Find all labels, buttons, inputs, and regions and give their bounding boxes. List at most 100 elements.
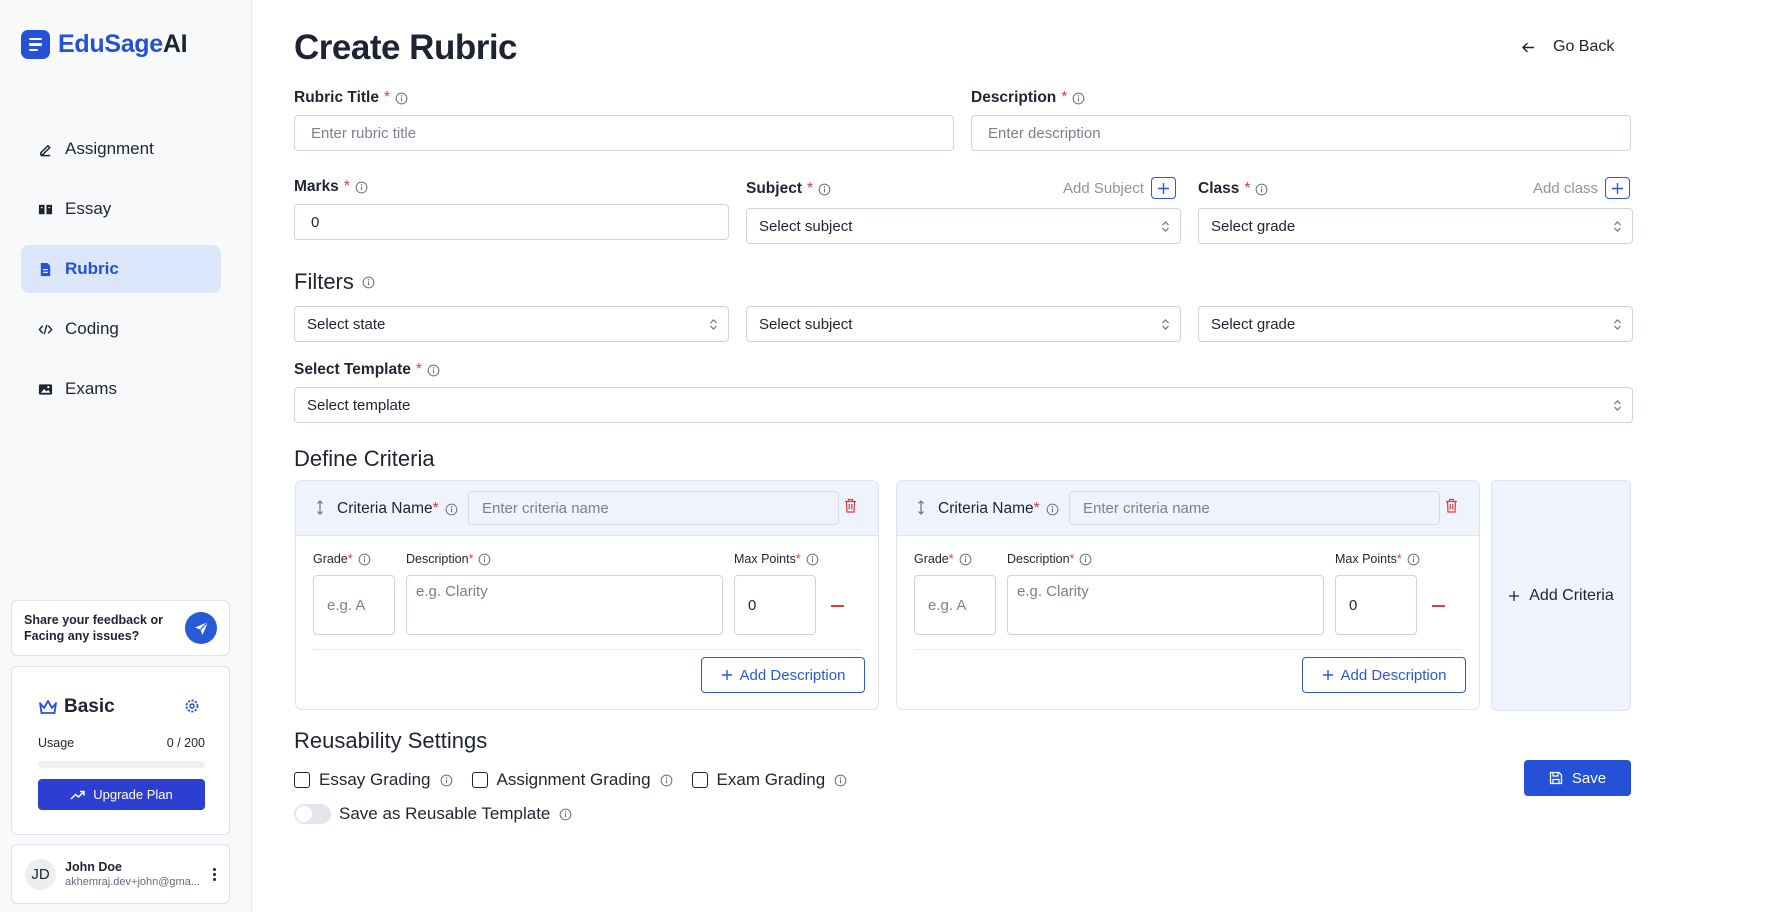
add-subject-button[interactable] — [1150, 177, 1176, 199]
criteria-name-label: Criteria Name* — [337, 500, 458, 518]
chevron-updown-icon — [1614, 220, 1621, 232]
checkbox[interactable] — [471, 772, 488, 788]
info-icon[interactable] — [358, 553, 371, 566]
add-class-link[interactable]: Add class — [1533, 177, 1631, 199]
info-icon[interactable] — [1072, 92, 1085, 105]
save-button[interactable]: Save — [1524, 760, 1631, 796]
required-marker: * — [795, 552, 801, 566]
info-icon[interactable] — [959, 553, 972, 566]
more-options-icon[interactable] — [213, 868, 216, 881]
add-class-button[interactable] — [1605, 177, 1631, 199]
gear-icon[interactable] — [184, 698, 200, 714]
trash-icon[interactable] — [844, 498, 857, 513]
sidebar-item-label: Rubric — [65, 259, 119, 278]
add-description-button[interactable]: Add Description — [701, 657, 865, 693]
sidebar-item-assignment[interactable]: Assignment — [21, 125, 221, 173]
info-icon[interactable] — [362, 276, 375, 289]
info-icon[interactable] — [559, 808, 572, 821]
criteria-name-input[interactable]: Enter criteria name — [1069, 491, 1440, 525]
filter-grade-select[interactable]: Select grade — [1198, 306, 1633, 342]
sidebar-nav: Assignment Essay Rubric Coding Exams — [21, 125, 221, 425]
drag-handle-icon[interactable] — [316, 500, 324, 515]
sidebar-item-rubric[interactable]: Rubric — [21, 245, 221, 293]
user-profile[interactable]: JD John Doe akhemraj.dev+john@gma... — [11, 844, 230, 904]
upgrade-plan-button[interactable]: Upgrade Plan — [38, 779, 205, 810]
send-feedback-button[interactable] — [185, 612, 217, 644]
app-logo[interactable]: EduSageAI — [21, 30, 188, 59]
info-icon[interactable] — [1046, 503, 1059, 516]
plan-card: Basic Usage 0 / 200 Upgrade Plan — [11, 666, 230, 835]
info-icon[interactable] — [395, 92, 408, 105]
grade-input[interactable]: e.g. A — [914, 575, 996, 635]
remove-level-icon[interactable] — [1432, 605, 1445, 607]
upgrade-plan-label: Upgrade Plan — [93, 787, 173, 802]
template-label: Select Template * — [294, 361, 440, 379]
info-icon[interactable] — [445, 503, 458, 516]
trash-icon[interactable] — [1445, 498, 1458, 513]
info-icon[interactable] — [834, 774, 847, 787]
marks-input[interactable]: 0 — [294, 204, 729, 240]
drag-handle-icon[interactable] — [917, 500, 925, 515]
exam-grading-checkbox[interactable]: Exam Grading — [691, 770, 858, 790]
info-icon[interactable] — [1255, 183, 1268, 196]
info-icon[interactable] — [478, 553, 491, 566]
info-icon[interactable] — [1079, 553, 1092, 566]
rubric-title-input[interactable]: Enter rubric title — [294, 115, 954, 151]
plus-icon — [721, 670, 732, 680]
description-input[interactable]: Enter description — [971, 115, 1631, 151]
checkbox[interactable] — [294, 772, 310, 788]
subject-select[interactable]: Select subject — [746, 208, 1181, 244]
max-points-input[interactable]: 0 — [1335, 575, 1417, 635]
sidebar-item-coding[interactable]: Coding — [21, 305, 221, 353]
essay-grading-checkbox[interactable]: Essay Grading — [294, 770, 463, 790]
send-icon — [194, 621, 208, 635]
reusable-template-toggle[interactable] — [294, 804, 331, 824]
plus-icon — [1509, 590, 1520, 601]
assignment-grading-checkbox[interactable]: Assignment Grading — [471, 770, 683, 790]
reusability-title: Reusability Settings — [294, 728, 488, 753]
go-back-button[interactable]: Go Back — [1522, 38, 1614, 56]
add-criteria-button[interactable]: Add Criteria — [1491, 480, 1631, 711]
info-icon[interactable] — [806, 553, 819, 566]
filters-title: Filters — [294, 269, 375, 295]
info-icon[interactable] — [440, 774, 453, 787]
crown-icon — [39, 699, 57, 714]
reusable-template-label: Save as Reusable Template — [339, 804, 551, 823]
criteria-description-textarea[interactable]: e.g. Clarity — [1007, 575, 1324, 635]
usage-progress-bar — [38, 761, 205, 768]
sidebar-item-exams[interactable]: Exams — [21, 365, 221, 413]
description-label: Description * — [971, 89, 1085, 107]
required-marker: * — [1396, 552, 1402, 566]
required-marker: * — [347, 552, 353, 566]
plus-icon — [1612, 182, 1624, 194]
max-points-input[interactable]: 0 — [734, 575, 816, 635]
class-label: Class * — [1198, 180, 1268, 198]
checkbox[interactable] — [691, 772, 708, 788]
info-icon[interactable] — [818, 183, 831, 196]
plus-icon — [1157, 182, 1169, 194]
criteria-name-label: Criteria Name* — [938, 500, 1059, 518]
sidebar-item-essay[interactable]: Essay — [21, 185, 221, 233]
sidebar-item-label: Exams — [65, 379, 117, 398]
max-points-label: Max Points* — [1335, 552, 1420, 566]
remove-level-icon[interactable] — [831, 605, 844, 607]
sidebar: EduSageAI Assignment Essay Rubric Coding… — [0, 0, 252, 912]
info-icon[interactable] — [355, 181, 368, 194]
book-icon — [38, 204, 53, 214]
feedback-card: Share your feedback or Facing any issues… — [11, 600, 230, 656]
grade-input[interactable]: e.g. A — [313, 575, 395, 635]
go-back-label: Go Back — [1553, 38, 1615, 55]
class-select[interactable]: Select grade — [1198, 208, 1633, 244]
filter-state-select[interactable]: Select state — [294, 306, 729, 342]
required-marker: * — [948, 552, 954, 566]
criteria-name-input[interactable]: Enter criteria name — [468, 491, 839, 525]
info-icon[interactable] — [1407, 553, 1420, 566]
add-subject-link[interactable]: Add Subject — [1063, 177, 1176, 199]
add-description-button[interactable]: Add Description — [1302, 657, 1466, 693]
info-icon[interactable] — [427, 364, 440, 377]
chevron-updown-icon — [710, 318, 717, 330]
info-icon[interactable] — [660, 774, 673, 787]
template-select[interactable]: Select template — [294, 387, 1633, 423]
filter-subject-select[interactable]: Select subject — [746, 306, 1181, 342]
criteria-description-textarea[interactable]: e.g. Clarity — [406, 575, 723, 635]
